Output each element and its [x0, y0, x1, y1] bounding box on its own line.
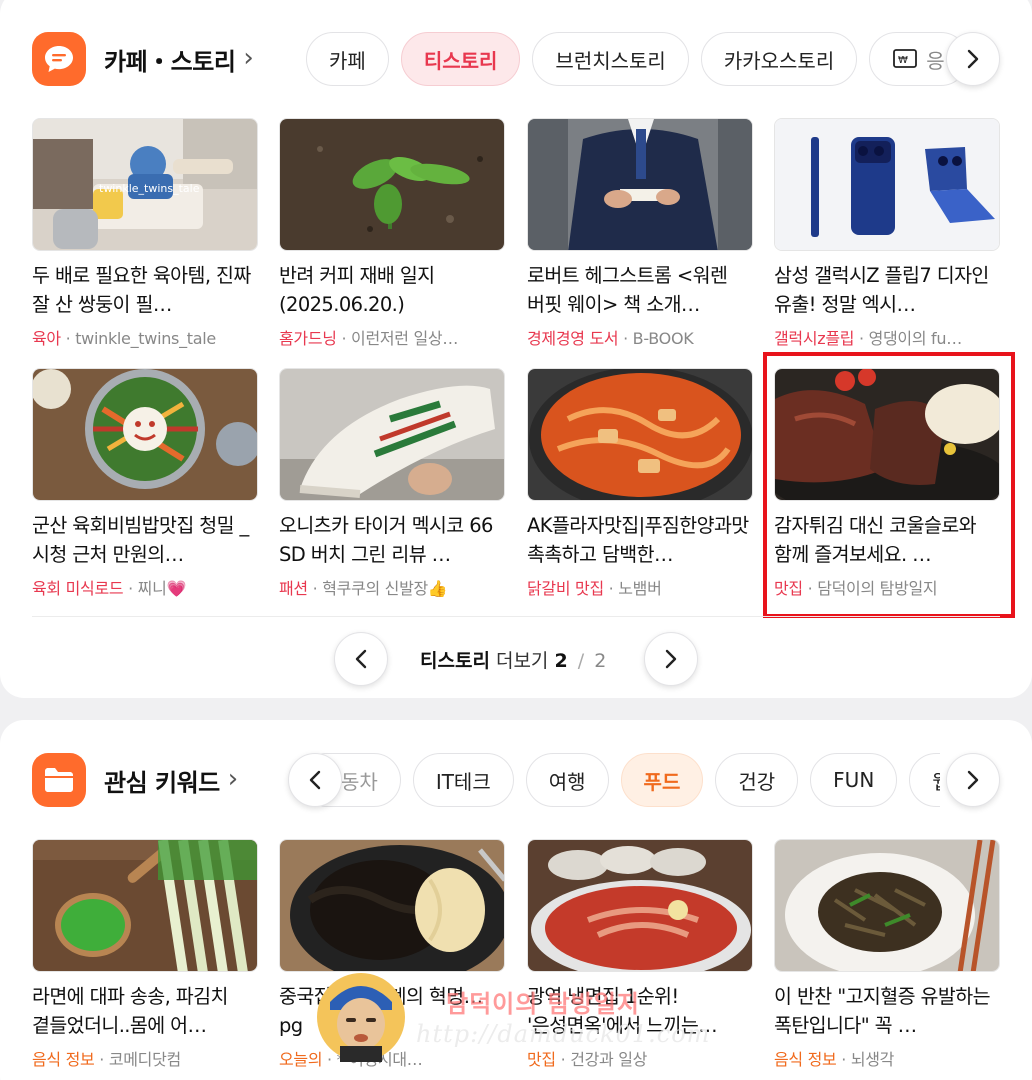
highlight-box [763, 352, 1015, 618]
card-meta: 음식 정보 · 뇌생각 [774, 1050, 895, 1069]
tabs-next-button[interactable] [946, 32, 1000, 86]
tab-cafe[interactable]: 카페 [306, 32, 389, 86]
thumbnail-image[interactable] [774, 118, 1000, 251]
section-header[interactable]: 카페・스토리 › [32, 32, 254, 86]
keyword-card[interactable]: 중국집 짜장면계의 혁명… pg 오늘의 · * 여성시대… [279, 839, 505, 1070]
card-meta: 육회 미식로드 · 찌니💗 [32, 579, 187, 598]
card-meta: 맛집 · 건강과 일상 [527, 1050, 648, 1069]
tab-food[interactable]: 푸드 [620, 753, 704, 807]
card-title[interactable]: 로버트 헤그스트롬 <워렌 버핏 웨이> 책 소개… [527, 261, 753, 319]
card-title[interactable]: AK플라자맛집|푸짐한양과맛 촉촉하고 담백한… [527, 511, 753, 569]
svg-text:₩: ₩ [898, 55, 908, 66]
tab-fun[interactable]: FUN [810, 753, 898, 807]
card-meta: 육아 · twinkle_twins_tale [32, 329, 216, 348]
thumbnail-image[interactable] [774, 839, 1000, 972]
section-title: 카페・스토리 [104, 47, 236, 76]
card-meta: 음식 정보 · 코메디닷컴 [32, 1050, 181, 1069]
section-header[interactable]: 관심 키워드 › [32, 753, 238, 807]
thumbnail-image[interactable] [527, 839, 753, 972]
chevron-right-icon [967, 49, 979, 69]
story-card[interactable]: 오니츠카 타이거 멕시코 66 SD 버치 그린 리뷰 … 패션 · 혁쿠쿠의 … [279, 368, 505, 599]
thumbnail-image[interactable] [527, 368, 753, 501]
divider [32, 616, 1000, 617]
card-meta: 경제경영 도서 · B-BOOK [527, 329, 694, 348]
tab-brunch-story[interactable]: 브런치스토리 [532, 32, 689, 86]
thumbnail-image[interactable] [279, 368, 505, 501]
pager-label[interactable]: 티스토리 더보기 2 / 2 [420, 646, 606, 673]
tab-tistory[interactable]: 티스토리 [400, 32, 521, 86]
tab-travel[interactable]: 여행 [525, 753, 609, 807]
tab-health[interactable]: 건강 [715, 753, 799, 807]
svg-text:twinkle_twins_tale: twinkle_twins_tale [99, 182, 200, 195]
thumbnail-image[interactable] [279, 118, 505, 251]
keyword-card[interactable]: 라면에 대파 송송, 파김치 곁들었더니..몸에 어… 음식 정보 · 코메디닷… [32, 839, 258, 1070]
card-meta: 오늘의 · * 여성시대… [279, 1050, 423, 1069]
story-card[interactable]: twinkle_twins_tale 두 배로 필요한 육아템, 진짜 잘 산 … [32, 118, 258, 349]
card-title[interactable]: 이 반찬 "고지혈증 유발하는 폭탄입니다" 꼭 … [774, 982, 1000, 1040]
section-title: 관심 키워드 [104, 768, 220, 797]
tab-webtoon[interactable]: 웹툰 [909, 753, 940, 807]
story-card[interactable]: 군산 육회비빔밥맛집 청밀 _ 시청 근처 만원의… 육회 미식로드 · 찌니💗 [32, 368, 258, 599]
chevron-right-icon [967, 770, 979, 790]
card-title[interactable]: 광역 냉면집 1순위! '은성면옥'에서 느끼는… [527, 982, 753, 1040]
thumbnail-image[interactable] [32, 368, 258, 501]
card-title[interactable]: 군산 육회비빔밥맛집 청밀 _ 시청 근처 만원의… [32, 511, 258, 569]
coin-window-icon: ₩ [893, 49, 918, 68]
thumbnail-image[interactable] [527, 118, 753, 251]
tab-chips: 동차 IT테크 여행 푸드 건강 FUN 웹툰 [300, 753, 940, 807]
story-card[interactable]: 반려 커피 재배 일지(2025.06.20.) 홈가드닝 · 이런저런 일상… [279, 118, 505, 349]
card-title[interactable]: 오니츠카 타이거 멕시코 66 SD 버치 그린 리뷰 … [279, 511, 505, 569]
chevron-right-icon: › [243, 43, 254, 73]
chevron-right-icon: › [227, 764, 239, 794]
chevron-right-icon [665, 649, 677, 669]
story-card[interactable]: 로버트 헤그스트롬 <워렌 버핏 웨이> 책 소개… 경제경영 도서 · B-B… [527, 118, 753, 349]
thumbnail-image[interactable] [32, 839, 258, 972]
next-page-button[interactable] [644, 632, 698, 686]
tab-it-tech[interactable]: IT테크 [412, 753, 514, 807]
thumbnail-image[interactable] [279, 839, 505, 972]
interest-keyword-section: 관심 키워드 › 동차 IT테크 여행 푸드 건강 FUN 웹툰 [0, 720, 1032, 1080]
card-meta: 홈가드닝 · 이런저런 일상… [279, 329, 459, 348]
folder-icon [32, 753, 86, 807]
card-title[interactable]: 반려 커피 재배 일지(2025.06.20.) [279, 261, 505, 319]
card-meta: 닭갈비 맛집 · 노뱀버 [527, 579, 662, 598]
keyword-card[interactable]: 광역 냉면집 1순위! '은성면옥'에서 느끼는… 맛집 · 건강과 일상 [527, 839, 753, 1070]
card-title[interactable]: 삼성 갤럭시Z 플립7 디자인 유출! 정말 엑시… [774, 261, 1000, 319]
tabs-next-button[interactable] [946, 753, 1000, 807]
card-title[interactable]: 중국집 짜장면계의 혁명… pg [279, 982, 505, 1040]
thumbnail-image[interactable]: twinkle_twins_tale [32, 118, 258, 251]
chat-bubble-icon [32, 32, 86, 86]
tab-chips: 카페 티스토리 브런치스토리 카카오스토리 ₩ 응 [306, 32, 996, 86]
tab-kakao-story[interactable]: 카카오스토리 [700, 32, 858, 86]
chevron-left-icon [309, 770, 321, 790]
card-title[interactable]: 두 배로 필요한 육아템, 진짜 잘 산 쌍둥이 필… [32, 261, 258, 319]
pagination: 티스토리 더보기 2 / 2 [0, 616, 1032, 686]
story-card[interactable]: 삼성 갤럭시Z 플립7 디자인 유출! 정말 엑시… 갤럭시z플립 · 영댕이의… [774, 118, 1000, 349]
tabs-prev-button[interactable] [288, 753, 342, 807]
card-meta: 패션 · 혁쿠쿠의 신발장👍 [279, 579, 448, 598]
keyword-card[interactable]: 이 반찬 "고지혈증 유발하는 폭탄입니다" 꼭 … 음식 정보 · 뇌생각 [774, 839, 1000, 1070]
card-meta: 갤럭시z플립 · 영댕이의 fu… [774, 329, 962, 348]
card-title[interactable]: 라면에 대파 송송, 파김치 곁들었더니..몸에 어… [32, 982, 258, 1040]
chevron-left-icon [355, 649, 367, 669]
story-card[interactable]: AK플라자맛집|푸짐한양과맛 촉촉하고 담백한… 닭갈비 맛집 · 노뱀버 [527, 368, 753, 599]
prev-page-button[interactable] [334, 632, 388, 686]
